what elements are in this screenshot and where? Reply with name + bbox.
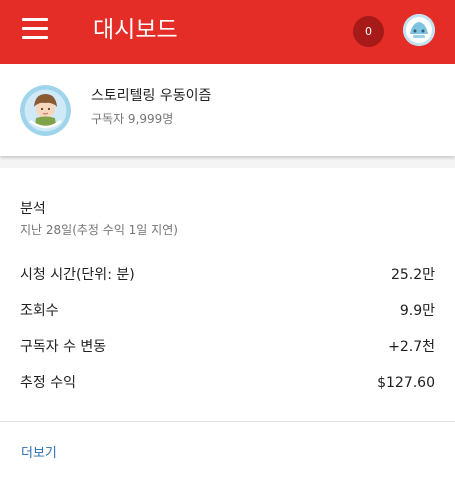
app-bar: 대시보드 0 <box>0 0 455 64</box>
metric-row-revenue: 추정 수익 $127.60 <box>20 373 435 393</box>
subscriber-count: 구독자 9,999명 <box>91 112 174 126</box>
channel-avatar-icon <box>20 85 71 136</box>
metric-label: 구독자 수 변동 <box>20 339 107 355</box>
divider <box>0 421 455 422</box>
metric-row-watch-time: 시청 시간(단위: 분) 25.2만 <box>20 265 435 285</box>
metric-value: 25.2만 <box>390 267 435 283</box>
metric-value: 9.9만 <box>399 303 435 319</box>
metric-label: 추정 수익 <box>20 375 76 391</box>
metric-row-subscribers: 구독자 수 변동 +2.7천 <box>20 337 435 357</box>
page-title: 대시보드 <box>93 17 178 43</box>
channel-card[interactable]: 스토리텔링 우동이즘 구독자 9,999명 <box>0 64 455 156</box>
metric-label: 시청 시간(단위: 분) <box>20 267 135 283</box>
more-link[interactable]: 더보기 <box>21 444 57 464</box>
analytics-title: 분석 <box>20 201 46 217</box>
account-avatar-icon[interactable] <box>403 14 435 46</box>
hamburger-menu-icon[interactable] <box>22 18 48 40</box>
metric-value: $127.60 <box>377 375 435 391</box>
analytics-period: 지난 28일(추정 수익 1일 지연) <box>20 223 178 237</box>
analytics-card: 분석 지난 28일(추정 수익 1일 지연) 시청 시간(단위: 분) 25.2… <box>0 168 455 479</box>
notification-badge[interactable]: 0 <box>353 16 384 47</box>
channel-name: 스토리텔링 우동이즘 <box>91 88 212 104</box>
metric-value: +2.7천 <box>388 339 435 355</box>
metric-row-views: 조회수 9.9만 <box>20 301 435 321</box>
metric-label: 조회수 <box>20 303 59 319</box>
